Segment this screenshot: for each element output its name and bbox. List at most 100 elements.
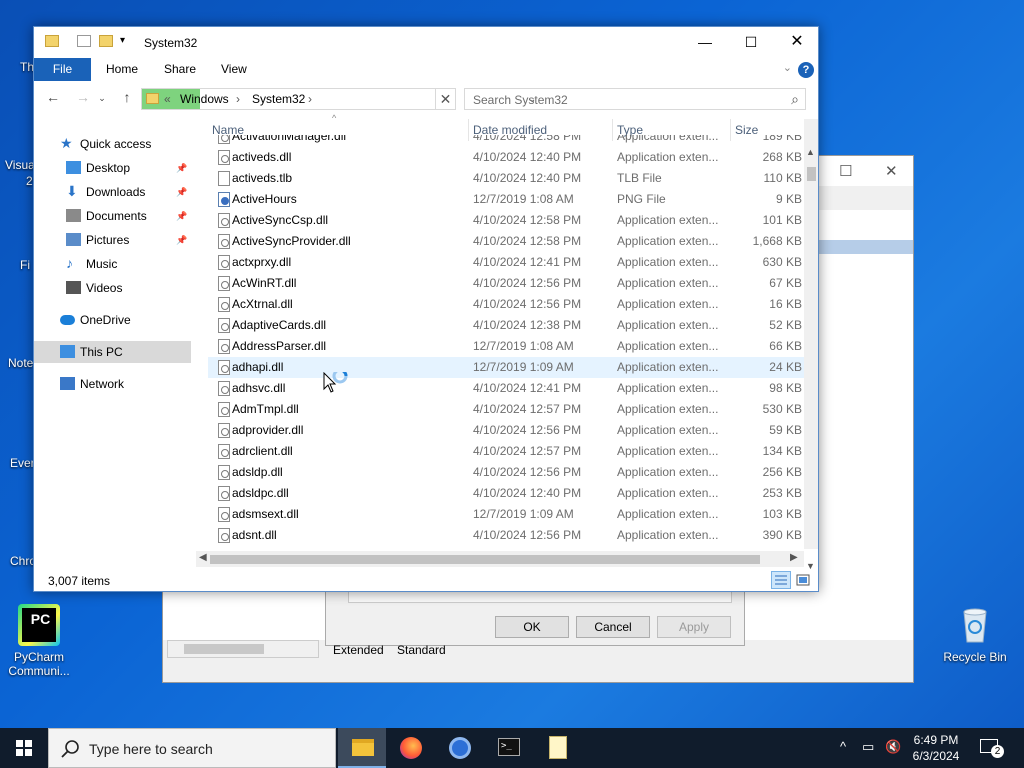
file-row[interactable]: activeds.tlb 4/10/2024 12:40 PM TLB File 11… [208,168,804,189]
file-row[interactable]: ActiveHours 12/7/2019 1:08 AM PNG File 9 KB [208,189,804,210]
new-folder-icon[interactable] [99,35,113,47]
taskbar-app-terminal[interactable]: >_ [485,728,533,768]
close-icon[interactable]: ✕ [885,162,898,180]
chevron-right-icon[interactable]: › [308,92,312,106]
horizontal-scrollbar[interactable]: ◀ ▶ [196,551,804,567]
file-row[interactable]: adrclient.dll 4/10/2024 12:57 PM Applicati… [208,441,804,462]
clear-address-icon[interactable]: ✕ [436,88,456,110]
nav-item-label: Pictures [86,233,130,247]
search-icon[interactable]: ⌕ [791,91,799,108]
file-type: Application exten... [617,318,719,332]
cancel-button[interactable]: Cancel [576,616,650,638]
back-arrow-icon[interactable]: ← [43,89,63,105]
background-dialog-hscroll[interactable] [167,640,319,658]
start-button[interactable] [0,728,48,768]
help-icon[interactable]: ? [798,62,814,78]
file-name: actxprxy.dll [232,255,292,269]
tab-share[interactable]: Share [150,58,210,81]
file-date: 12/7/2019 1:09 AM [473,360,574,374]
file-row[interactable]: adprovider.dll 4/10/2024 12:56 PM Applicat… [208,420,804,441]
file-row[interactable]: AdmTmpl.dll 4/10/2024 12:57 PM Application… [208,399,804,420]
file-row[interactable]: adhapi.dll 12/7/2019 1:09 AM Application e… [208,357,804,378]
taskbar-search[interactable]: Type here to search [48,728,336,768]
file-row[interactable]: activeds.dll 4/10/2024 12:40 PM Applicatio… [208,147,804,168]
nav-item-music[interactable]: ♪ Music [34,253,191,275]
nav-item-onedrive[interactable]: OneDrive [34,309,191,331]
scroll-thumb[interactable] [184,644,264,654]
nav-item-this-pc[interactable]: This PC [34,341,191,363]
file-row[interactable]: ActiveSyncCsp.dll 4/10/2024 12:58 PM Appli… [208,210,804,231]
file-row[interactable]: adhsvc.dll 4/10/2024 12:41 PM Application … [208,378,804,399]
ok-button[interactable]: OK [495,616,569,638]
nav-item-downloads[interactable]: ⬇ Downloads 📌 [34,181,191,203]
file-date: 4/10/2024 12:58 PM [473,213,582,227]
file-row[interactable]: adsmsext.dll 12/7/2019 1:09 AM Application… [208,504,804,525]
file-type: Application exten... [617,486,719,500]
clock[interactable]: 6:49 PM 6/3/2024 [904,732,968,764]
nav-item-quick-access[interactable]: ★ Quick access [34,133,191,155]
breadcrumb-system32[interactable]: System32 [252,92,305,106]
network-icon[interactable]: ▭ [862,739,874,755]
scroll-up-icon[interactable]: ▲ [806,147,815,157]
scroll-left-icon[interactable]: ◀ [199,552,207,563]
minimize-button[interactable]: — [682,27,728,57]
expand-ribbon-icon[interactable]: ⌄ [783,61,792,74]
tab-view[interactable]: View [207,58,261,81]
volume-muted-icon[interactable]: 🔇 [885,739,901,755]
nav-item-pictures[interactable]: Pictures 📌 [34,229,191,251]
desktop-icon-recycle-bin[interactable]: Recycle Bin [938,604,1012,664]
file-date: 4/10/2024 12:41 PM [473,255,582,269]
file-row[interactable]: adsldpc.dll 4/10/2024 12:40 PM Application… [208,483,804,504]
file-row[interactable]: actxprxy.dll 4/10/2024 12:41 PM Applicatio… [208,252,804,273]
breadcrumb-overflow[interactable]: « [164,92,171,106]
maximize-button[interactable]: ☐ [728,27,774,57]
tab-standard[interactable]: Standard [397,643,446,657]
file-row[interactable]: ActivationManager.dll 4/10/2024 12:58 PM A… [208,135,804,147]
large-icons-view-icon[interactable] [793,571,813,589]
recent-locations-icon[interactable]: ⌄ [92,93,112,104]
scroll-thumb[interactable] [807,167,816,181]
properties-icon[interactable] [77,35,91,47]
nav-item-documents[interactable]: Documents 📌 [34,205,191,227]
file-row[interactable]: adsldp.dll 4/10/2024 12:56 PM Application … [208,462,804,483]
breadcrumb-windows[interactable]: Windows [180,92,229,106]
file-name: adsnt.dll [232,528,277,542]
nav-item-videos[interactable]: Videos [34,277,191,299]
scroll-right-icon[interactable]: ▶ [790,552,798,563]
apply-button[interactable]: Apply [657,616,731,638]
close-button[interactable]: ✕ [774,27,820,57]
nav-item-desktop[interactable]: Desktop 📌 [34,157,191,179]
search-input[interactable]: Search System32 ⌕ [464,88,806,110]
desktop-partial-label: Ever [10,456,35,470]
details-view-icon[interactable] [771,571,791,589]
tab-home[interactable]: Home [92,58,152,81]
file-row[interactable]: AcXtrnal.dll 4/10/2024 12:56 PM Applicatio… [208,294,804,315]
nav-item-network[interactable]: Network [34,373,191,395]
file-row[interactable]: AdaptiveCards.dll 4/10/2024 12:38 PM Appli… [208,315,804,336]
notifications-button[interactable]: 2 [978,736,1004,760]
file-row[interactable]: ActiveSyncProvider.dll 4/10/2024 12:58 PM… [208,231,804,252]
file-type: Application exten... [617,381,719,395]
file-type: Application exten... [617,465,719,479]
file-row[interactable]: adsnt.dll 4/10/2024 12:56 PM Application e… [208,525,804,546]
chevron-right-icon[interactable]: › [236,92,240,106]
file-row[interactable]: AcWinRT.dll 4/10/2024 12:56 PM Application… [208,273,804,294]
vertical-scrollbar[interactable]: ▲ ▼ [804,119,818,571]
chevron-up-icon[interactable]: ^ [840,739,846,754]
desktop-icon-pycharm[interactable]: PC PyCharm Communi... [2,604,76,678]
taskbar-app-firefox[interactable] [387,728,435,768]
taskbar-app-file-explorer[interactable] [338,728,386,768]
tab-extended[interactable]: Extended [333,643,384,657]
up-arrow-icon[interactable]: ↑ [117,89,137,105]
file-row[interactable]: AddressParser.dll 12/7/2019 1:08 AM Applic… [208,336,804,357]
tab-file[interactable]: File [34,58,91,81]
scroll-thumb[interactable] [210,555,760,564]
customize-quick-access-icon[interactable]: ▾ [120,35,125,46]
maximize-icon[interactable]: ☐ [839,162,852,180]
address-bar[interactable]: « Windows › System32 › ⌄ [141,88,536,110]
taskbar-app-chrome[interactable] [436,728,484,768]
forward-arrow-icon[interactable]: → [73,89,93,105]
pin-icon: 📌 [176,187,188,197]
film-icon [66,281,81,294]
taskbar-app-notepad[interactable] [534,728,582,768]
